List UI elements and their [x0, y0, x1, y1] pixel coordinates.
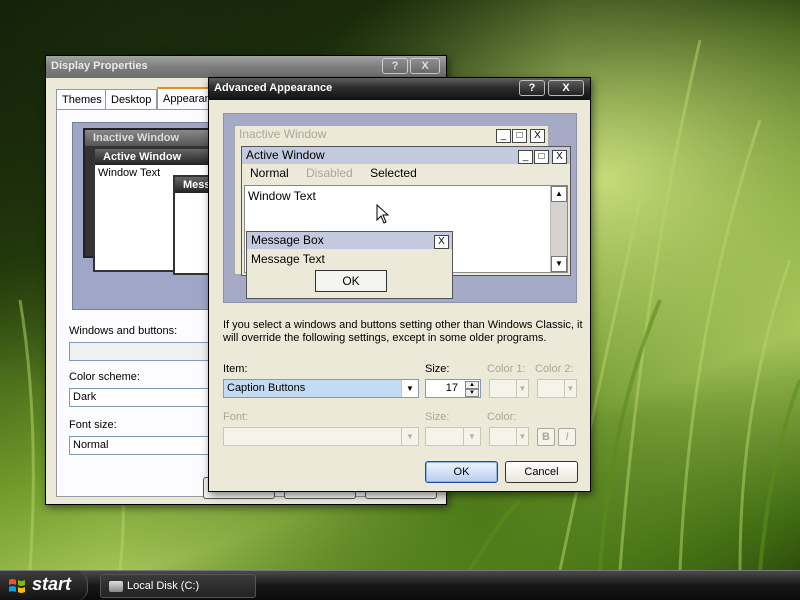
ok-button[interactable]: OK [425, 461, 498, 483]
start-button[interactable]: start [0, 571, 88, 600]
font-size-select[interactable]: ▼ [425, 427, 481, 446]
preview-window-text: Window Text [248, 189, 316, 203]
close-button[interactable]: X [410, 58, 440, 74]
size-label: Size: [425, 363, 450, 375]
help-icon: ? [528, 82, 536, 94]
windows-buttons-select[interactable] [69, 342, 219, 361]
window-title: Display Properties [51, 60, 148, 72]
font-size-label: Font size: [69, 419, 117, 431]
chevron-down-icon: ▼ [463, 428, 480, 445]
advanced-appearance-titlebar[interactable]: Advanced Appearance ? X [209, 78, 590, 100]
item-select[interactable]: Caption Buttons ▼ [223, 379, 419, 398]
windows-logo-icon [9, 579, 25, 593]
tab-desktop[interactable]: Desktop [105, 89, 158, 110]
bold-button[interactable]: B [537, 428, 555, 446]
preview-ok-button[interactable]: OK [315, 270, 387, 292]
color-scheme-label: Color scheme: [69, 371, 140, 383]
preview-message-text: Message Text [251, 252, 325, 266]
color1-label: Color 1: [487, 363, 526, 375]
scroll-down-icon[interactable]: ▼ [551, 256, 567, 272]
minimize-icon[interactable]: _ [518, 150, 533, 164]
font-color-picker[interactable]: ▼ [489, 427, 529, 446]
color-scheme-select[interactable]: Dark [69, 388, 219, 407]
preview-inactive-titlebar[interactable]: Inactive Window _ □ X [235, 126, 548, 143]
item-select-value: Caption Buttons [227, 382, 306, 394]
preview-active-title: Active Window [246, 148, 325, 162]
italic-icon: I [565, 431, 569, 443]
maximize-icon[interactable]: □ [512, 129, 527, 143]
windows-buttons-label: Windows and buttons: [69, 325, 178, 337]
help-button[interactable]: ? [519, 80, 545, 96]
preview-message-box[interactable]: Message Box X Message Text OK [246, 231, 453, 299]
preview-message-titlebar[interactable]: Message Box X [247, 232, 452, 249]
chevron-down-icon: ▼ [516, 428, 528, 445]
cancel-button[interactable]: Cancel [505, 461, 578, 483]
close-icon: X [421, 60, 429, 72]
menu-item-selected[interactable]: Selected [370, 166, 417, 180]
drive-icon [109, 581, 123, 592]
display-properties-titlebar[interactable]: Display Properties ? X [46, 56, 446, 78]
mouse-pointer-icon [376, 204, 390, 224]
element-preview[interactable]: Inactive Window _ □ X Active Window _ □ X No… [223, 113, 577, 303]
taskbar: start Local Disk (C:) [0, 570, 800, 600]
font-label: Font: [223, 411, 249, 423]
close-icon[interactable]: X [434, 235, 449, 249]
preview-inactive-title: Inactive Window [239, 127, 327, 141]
maximize-icon[interactable]: □ [534, 150, 549, 164]
color1-picker[interactable]: ▼ [489, 379, 529, 398]
advanced-appearance-dialog: Advanced Appearance ? X Inactive Window … [208, 77, 591, 492]
color2-picker[interactable]: ▼ [537, 379, 577, 398]
close-icon[interactable]: X [530, 129, 545, 143]
preview-scrollbar[interactable]: ▲ ▼ [550, 186, 567, 272]
font-color-label: Color: [487, 411, 517, 423]
size-value: 17 [445, 382, 458, 394]
italic-button[interactable]: I [558, 428, 576, 446]
chevron-down-icon: ▼ [564, 380, 576, 397]
info-text: If you select a windows and buttons sett… [223, 319, 583, 344]
preview-message-title: Message Box [251, 233, 324, 247]
chevron-down-icon: ▼ [516, 380, 528, 397]
tab-themes[interactable]: Themes [56, 89, 108, 110]
bold-icon: B [542, 431, 550, 443]
font-select[interactable]: ▼ [223, 427, 419, 446]
scroll-up-icon[interactable]: ▲ [551, 186, 567, 202]
chevron-down-icon: ▼ [401, 428, 418, 445]
preview-menu-bar[interactable]: Normal Disabled Selected [242, 164, 570, 182]
close-icon[interactable]: X [552, 150, 567, 164]
spin-up-icon[interactable]: ▲ [465, 381, 479, 389]
taskbar-item-label: Local Disk (C:) [127, 580, 200, 592]
menu-item-disabled[interactable]: Disabled [306, 166, 353, 180]
menu-item-normal[interactable]: Normal [250, 166, 289, 180]
start-label: start [32, 574, 72, 594]
item-label: Item: [223, 363, 248, 375]
spin-down-icon[interactable]: ▼ [465, 389, 479, 397]
taskbar-item-local-disk[interactable]: Local Disk (C:) [100, 574, 256, 598]
size-spinner[interactable]: 17 ▲ ▼ [425, 379, 481, 398]
chevron-down-icon[interactable]: ▼ [401, 380, 418, 397]
minimize-icon[interactable]: _ [496, 129, 511, 143]
color2-label: Color 2: [535, 363, 574, 375]
font-size-select[interactable]: Normal [69, 436, 219, 455]
font-size-label: Size: [425, 411, 450, 423]
preview-active-titlebar[interactable]: Active Window _ □ X [242, 147, 570, 164]
close-icon: X [562, 82, 570, 94]
help-button[interactable]: ? [382, 58, 408, 74]
close-button[interactable]: X [548, 80, 584, 96]
dialog-title: Advanced Appearance [214, 82, 333, 94]
help-icon: ? [391, 60, 399, 72]
